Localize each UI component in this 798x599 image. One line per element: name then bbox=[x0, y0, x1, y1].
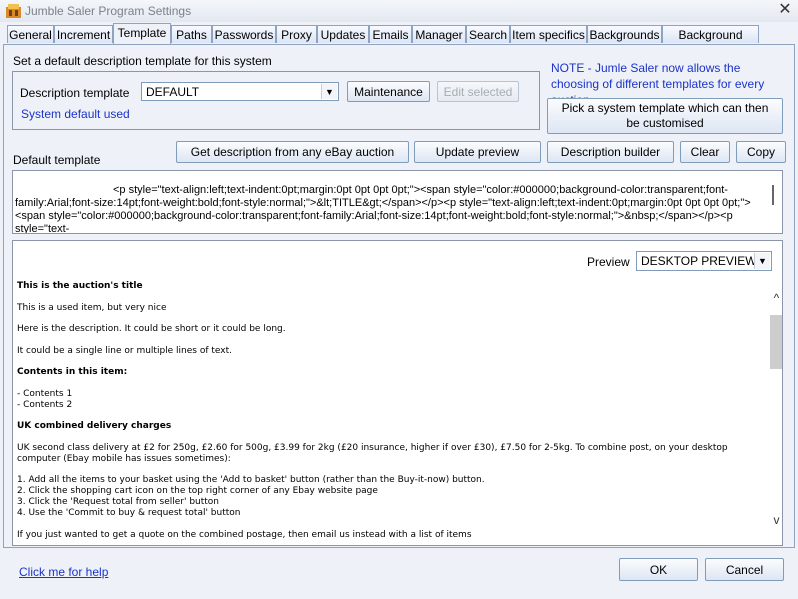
editor-scrollbar[interactable] bbox=[772, 185, 774, 205]
template-code-editor[interactable]: <p style="text-align:left;text-indent:0p… bbox=[12, 170, 783, 234]
tab-manager[interactable]: Manager bbox=[412, 25, 466, 43]
description-builder-button[interactable]: Description builder bbox=[547, 141, 674, 163]
tab-strip: General Increment Template Paths Passwor… bbox=[0, 23, 798, 60]
cancel-button[interactable]: Cancel bbox=[705, 558, 784, 581]
contents-item: - Contents 2 bbox=[17, 399, 73, 410]
close-icon[interactable]: ✕ bbox=[776, 1, 794, 19]
step-item: 4. Use the 'Commit to buy & request tota… bbox=[17, 508, 241, 518]
get-description-button[interactable]: Get description from any eBay auction bbox=[176, 141, 409, 163]
tab-updates[interactable]: Updates bbox=[317, 25, 369, 43]
tab-backgrounds[interactable]: Backgrounds bbox=[587, 25, 662, 43]
tab-search[interactable]: Search bbox=[466, 25, 510, 43]
default-template-label: Default template bbox=[13, 153, 101, 167]
tab-passwords[interactable]: Passwords bbox=[212, 25, 276, 43]
status-text: System default used bbox=[21, 107, 130, 121]
pick-system-template-button[interactable]: Pick a system template which can then be… bbox=[547, 98, 783, 134]
preview-pane: Preview DESKTOP PREVIEW ▼ This is the au… bbox=[12, 240, 783, 546]
preview-content: This is the auction's title This is a us… bbox=[17, 281, 757, 545]
clear-button[interactable]: Clear bbox=[680, 141, 730, 163]
chevron-down-icon[interactable]: ▼ bbox=[754, 253, 770, 269]
scroll-up-icon[interactable]: ^ bbox=[770, 291, 782, 305]
delivery-heading: UK combined delivery charges bbox=[17, 421, 172, 431]
step-item: 1. Add all the items to your basket usin… bbox=[17, 475, 485, 485]
step-item: 2. Click the shopping cart icon on the t… bbox=[17, 486, 378, 496]
edit-selected-button[interactable]: Edit selected bbox=[437, 81, 519, 102]
step-item: 3. Click the 'Request total from seller'… bbox=[17, 497, 220, 507]
tab-emails[interactable]: Emails bbox=[369, 25, 412, 43]
tab-increment[interactable]: Increment bbox=[54, 25, 113, 43]
tab-template[interactable]: Template bbox=[113, 23, 171, 44]
preview-title: This is the auction's title bbox=[17, 281, 143, 291]
app-icon bbox=[6, 4, 21, 18]
delivery-text: UK second class delivery at £2 for 250g,… bbox=[17, 442, 728, 464]
help-link[interactable]: Click me for help bbox=[19, 565, 108, 579]
tab-paths[interactable]: Paths bbox=[171, 25, 212, 43]
ok-button[interactable]: OK bbox=[619, 558, 698, 581]
preview-mode-value: DESKTOP PREVIEW bbox=[641, 254, 757, 268]
contents-item: - Contents 1 bbox=[17, 388, 73, 399]
maintenance-button[interactable]: Maintenance bbox=[347, 81, 430, 102]
preview-line: This is a used item, but very nice bbox=[17, 302, 167, 313]
chevron-down-icon[interactable]: ▼ bbox=[321, 84, 337, 99]
copy-button[interactable]: Copy bbox=[736, 141, 786, 163]
scroll-thumb[interactable] bbox=[770, 315, 782, 369]
description-template-label: Description template bbox=[20, 86, 130, 100]
description-template-value: DEFAULT bbox=[146, 85, 200, 99]
scroll-down-icon[interactable]: v bbox=[770, 513, 782, 527]
contents-heading: Contents in this item: bbox=[17, 367, 128, 377]
preview-label: Preview bbox=[587, 255, 630, 269]
window-title: Jumble Saler Program Settings bbox=[25, 4, 192, 18]
description-template-select[interactable]: DEFAULT ▼ bbox=[141, 82, 339, 101]
tab-background-paths[interactable]: Background paths bbox=[662, 25, 759, 60]
preview-mode-select[interactable]: DESKTOP PREVIEW ▼ bbox=[636, 251, 772, 271]
preview-line: Here is the description. It could be sho… bbox=[17, 324, 286, 334]
preview-scrollbar[interactable]: ^ v bbox=[770, 291, 782, 531]
update-preview-button[interactable]: Update preview bbox=[414, 141, 541, 163]
section-heading: Set a default description template for t… bbox=[13, 54, 272, 68]
template-code-text: <p style="text-align:left;text-indent:0p… bbox=[15, 184, 751, 234]
tab-item-specifics[interactable]: Item specifics bbox=[510, 25, 587, 43]
tab-general[interactable]: General bbox=[7, 25, 54, 43]
preview-line: It could be a single line or multiple li… bbox=[17, 345, 233, 356]
preview-cut-line: If you just wanted to get a quote on the… bbox=[17, 529, 472, 540]
title-bar: Jumble Saler Program Settings ✕ bbox=[0, 0, 798, 22]
tab-proxy[interactable]: Proxy bbox=[276, 25, 317, 43]
